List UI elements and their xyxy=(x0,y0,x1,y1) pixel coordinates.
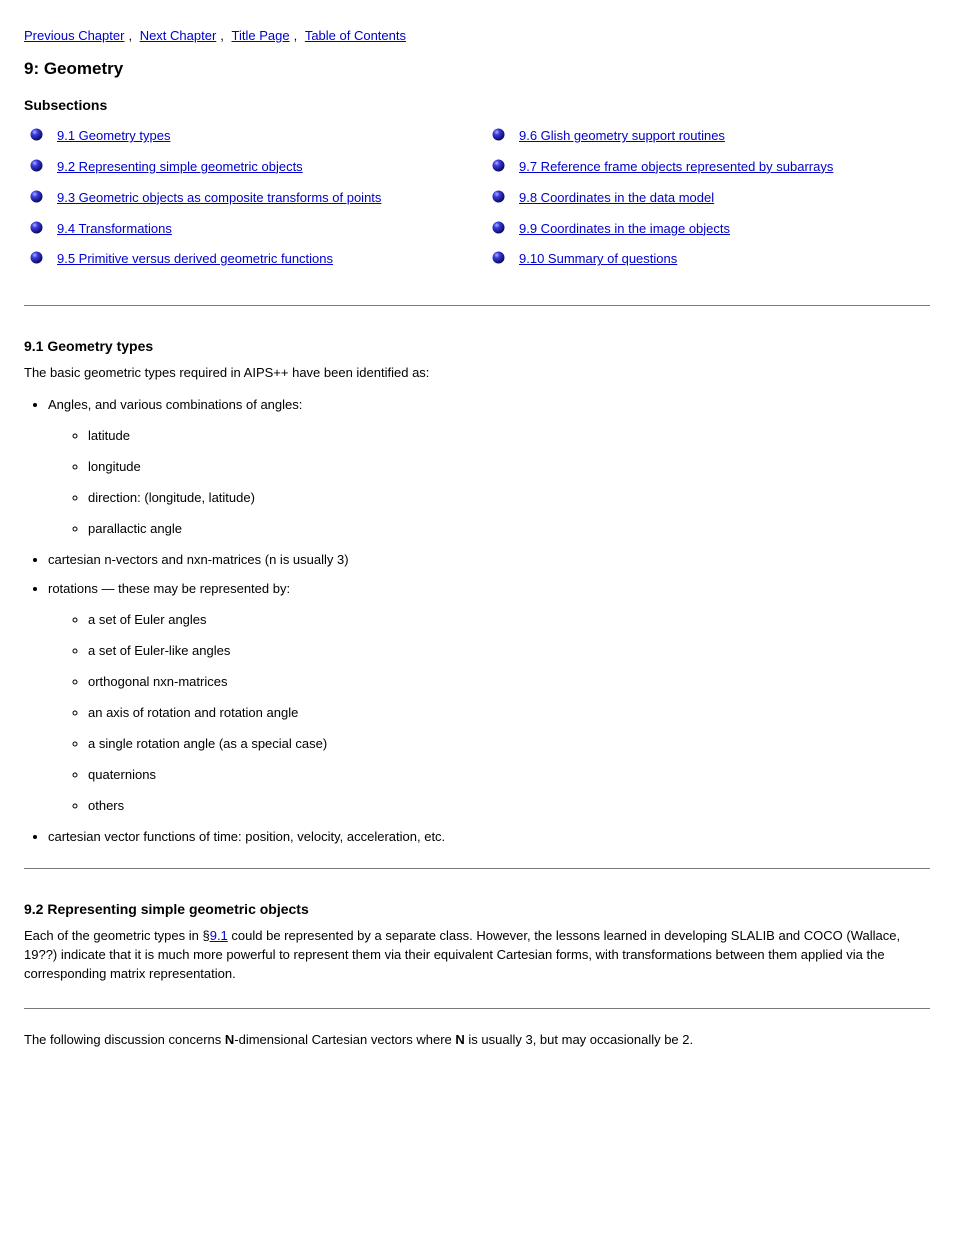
body-paragraph: The basic geometric types required in AI… xyxy=(24,364,930,383)
nav-sep: , xyxy=(220,28,227,43)
ball-bullet-icon xyxy=(492,251,505,264)
sub-list: latitude longitude direction: (longitude, … xyxy=(88,428,930,536)
toc-item: 9.8 Coordinates in the data model xyxy=(486,189,930,208)
text-fragment: is usually 3, but may occasionally be 2. xyxy=(465,1032,693,1047)
body-paragraph: The following discussion concerns N-dime… xyxy=(24,1031,930,1050)
ball-bullet-icon xyxy=(30,221,43,234)
toc-link[interactable]: 9.2 Representing simple geometric object… xyxy=(57,158,303,177)
ball-bullet-icon xyxy=(30,251,43,264)
nav-sep: , xyxy=(128,28,135,43)
list-item: rotations — these may be represented by:… xyxy=(48,581,930,813)
toc-item: 9.2 Representing simple geometric object… xyxy=(24,158,468,177)
list-item: a single rotation angle (as a special ca… xyxy=(88,736,930,751)
toc-item: 9.10 Summary of questions xyxy=(486,250,930,269)
toc-link[interactable]: 9.5 Primitive versus derived geometric f… xyxy=(57,250,333,269)
page-title: 9: Geometry xyxy=(24,59,930,79)
nav-toc-link[interactable]: Table of Contents xyxy=(305,28,406,43)
ball-bullet-icon xyxy=(30,190,43,203)
toc-item: 9.7 Reference frame objects represented … xyxy=(486,158,930,177)
list-item: a set of Euler-like angles xyxy=(88,643,930,658)
text-fragment: Each of the geometric types in § xyxy=(24,928,210,943)
list-item: Angles, and various combinations of angl… xyxy=(48,397,930,536)
list-item: cartesian vector functions of time: posi… xyxy=(48,829,930,844)
ball-bullet-icon xyxy=(492,190,505,203)
section-divider xyxy=(24,1008,930,1009)
list-item: an axis of rotation and rotation angle xyxy=(88,705,930,720)
subsections-heading: Subsections xyxy=(24,97,930,113)
list-item: cartesian n-vectors and nxn-matrices (n … xyxy=(48,552,930,567)
toc-link[interactable]: 9.8 Coordinates in the data model xyxy=(519,189,714,208)
nav-prev-link[interactable]: Previous Chapter xyxy=(24,28,124,43)
list-item-text: Angles, and various combinations of angl… xyxy=(48,397,302,412)
nav-next-link[interactable]: Next Chapter xyxy=(140,28,217,43)
sub-list: a set of Euler angles a set of Euler-like… xyxy=(88,612,930,813)
list-item-text: cartesian vector functions of time: posi… xyxy=(48,829,445,844)
ball-bullet-icon xyxy=(30,128,43,141)
toc-item: 9.1 Geometry types xyxy=(24,127,468,146)
body-paragraph: Each of the geometric types in §9.1 coul… xyxy=(24,927,930,984)
ball-bullet-icon xyxy=(492,159,505,172)
list-item: quaternions xyxy=(88,767,930,782)
toc-item: 9.3 Geometric objects as composite trans… xyxy=(24,189,468,208)
toc-item: 9.9 Coordinates in the image objects xyxy=(486,220,930,239)
toc-link[interactable]: 9.6 Glish geometry support routines xyxy=(519,127,725,146)
list-item: orthogonal nxn-matrices xyxy=(88,674,930,689)
list-item-text: rotations — these may be represented by: xyxy=(48,581,290,596)
toc-link[interactable]: 9.1 Geometry types xyxy=(57,127,170,146)
section-heading-9-1: 9.1 Geometry types xyxy=(24,338,930,354)
list-item-text: cartesian n-vectors and nxn-matrices (n … xyxy=(48,552,349,567)
text-fragment: -dimensional Cartesian vectors where xyxy=(234,1032,455,1047)
list-item: longitude xyxy=(88,459,930,474)
toc-link[interactable]: 9.10 Summary of questions xyxy=(519,250,677,269)
toc-link[interactable]: 9.4 Transformations xyxy=(57,220,172,239)
section-divider xyxy=(24,868,930,869)
toc-link[interactable]: 9.7 Reference frame objects represented … xyxy=(519,158,833,177)
crossref-link-9-1[interactable]: 9.1 xyxy=(210,928,228,943)
nav-title-page-link[interactable]: Title Page xyxy=(232,28,290,43)
ball-bullet-icon xyxy=(492,128,505,141)
nav-sep: , xyxy=(294,28,301,43)
toc-item: 9.5 Primitive versus derived geometric f… xyxy=(24,250,468,269)
math-symbol: N xyxy=(455,1032,464,1047)
list-item: a set of Euler angles xyxy=(88,612,930,627)
ball-bullet-icon xyxy=(492,221,505,234)
math-symbol: N xyxy=(225,1032,234,1047)
ball-bullet-icon xyxy=(30,159,43,172)
section-divider xyxy=(24,305,930,306)
toc-link[interactable]: 9.3 Geometric objects as composite trans… xyxy=(57,189,381,208)
breadcrumb: Previous Chapter, Next Chapter, Title Pa… xyxy=(24,28,930,43)
list-item: parallactic angle xyxy=(88,521,930,536)
list-item: others xyxy=(88,798,930,813)
list-item: direction: (longitude, latitude) xyxy=(88,490,930,505)
toc-link[interactable]: 9.9 Coordinates in the image objects xyxy=(519,220,730,239)
toc-item: 9.4 Transformations xyxy=(24,220,468,239)
subsections-toc: 9.1 Geometry types 9.2 Representing simpl… xyxy=(24,123,930,281)
section-heading-9-2: 9.2 Representing simple geometric object… xyxy=(24,901,930,917)
toc-item: 9.6 Glish geometry support routines xyxy=(486,127,930,146)
text-fragment: The following discussion concerns xyxy=(24,1032,225,1047)
geometry-types-list: Angles, and various combinations of angl… xyxy=(48,397,930,844)
list-item: latitude xyxy=(88,428,930,443)
